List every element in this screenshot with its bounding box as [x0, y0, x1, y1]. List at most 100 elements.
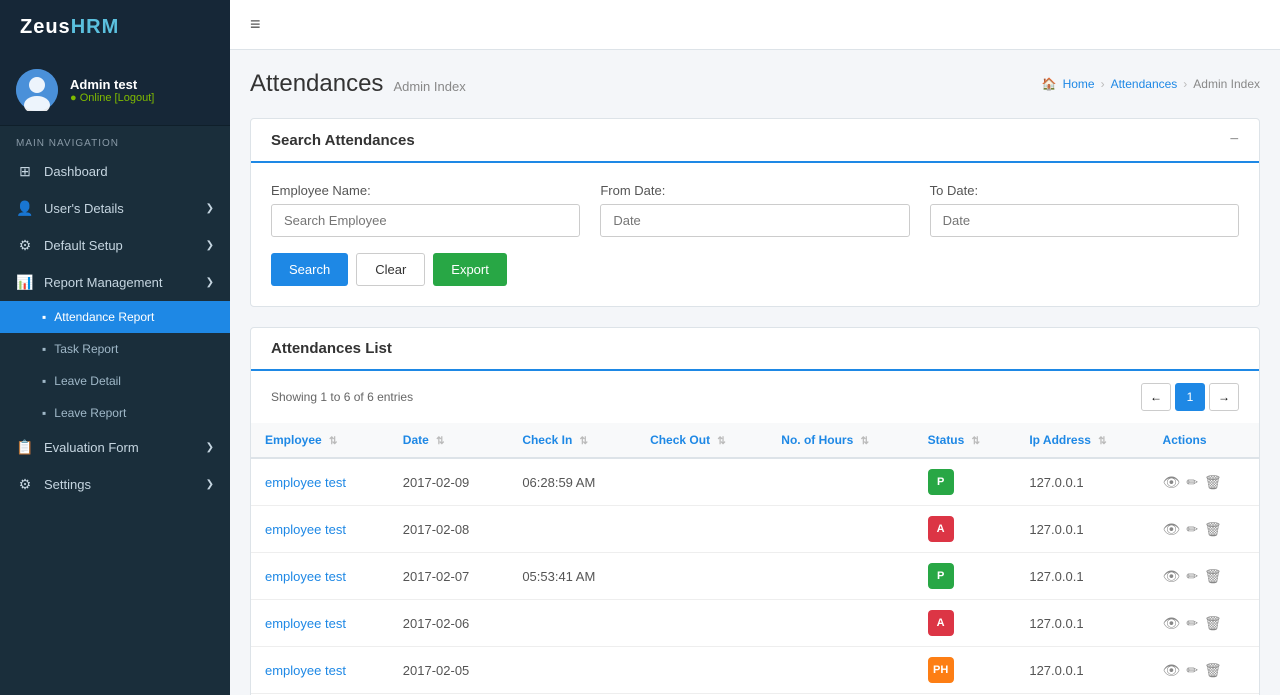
employee-link[interactable]: employee test	[265, 522, 346, 537]
sidebar-item-leave-detail[interactable]: ▪ Leave Detail	[0, 365, 230, 397]
col-employee[interactable]: Employee ⇅	[251, 423, 389, 458]
dashboard-icon: ⊞	[16, 163, 34, 180]
col-checkout[interactable]: Check Out ⇅	[636, 423, 767, 458]
chevron-right-icon: ❯	[206, 442, 214, 453]
edit-icon[interactable]: ✏	[1186, 474, 1198, 491]
edit-icon[interactable]: ✏	[1186, 521, 1198, 538]
delete-icon[interactable]: 🗑	[1204, 568, 1222, 585]
action-icons: 👁 ✏ 🗑	[1163, 662, 1245, 679]
pagination-page-1[interactable]: 1	[1175, 383, 1205, 411]
cell-checkin	[508, 506, 636, 553]
chevron-down-icon: ❯	[206, 277, 214, 288]
search-form-row: Employee Name: From Date: To Date:	[271, 183, 1239, 237]
view-icon[interactable]: 👁	[1163, 615, 1181, 632]
page-title-area: Attendances Admin Index	[250, 70, 466, 98]
settings-icon: ⚙	[16, 476, 34, 493]
col-status[interactable]: Status ⇅	[914, 423, 1016, 458]
brand-logo: ZeusHRM	[0, 0, 230, 55]
delete-icon[interactable]: 🗑	[1204, 521, 1222, 538]
employee-name-label: Employee Name:	[271, 183, 580, 198]
sidebar-item-evaluation-form[interactable]: 📋 Evaluation Form ❯	[0, 429, 230, 466]
eval-icon: 📋	[16, 439, 34, 456]
col-checkin[interactable]: Check In ⇅	[508, 423, 636, 458]
employee-link[interactable]: employee test	[265, 616, 346, 631]
view-icon[interactable]: 👁	[1163, 521, 1181, 538]
from-date-group: From Date:	[600, 183, 909, 237]
sidebar-item-label: Settings	[44, 477, 91, 492]
cell-date: 2017-02-06	[389, 600, 509, 647]
sort-icon: ⇅	[1098, 436, 1106, 447]
export-button[interactable]: Export	[433, 253, 507, 286]
cell-date: 2017-02-05	[389, 647, 509, 694]
view-icon[interactable]: 👁	[1163, 662, 1181, 679]
search-button[interactable]: Search	[271, 253, 348, 286]
table-body: employee test 2017-02-09 06:28:59 AM P 1…	[251, 458, 1259, 695]
cell-checkin	[508, 647, 636, 694]
cell-status: A	[914, 506, 1016, 553]
view-icon[interactable]: 👁	[1163, 474, 1181, 491]
pagination-prev[interactable]: ←	[1141, 383, 1171, 411]
search-btn-group: Search Clear Export	[271, 253, 1239, 286]
sort-icon: ⇅	[580, 436, 588, 447]
cell-actions: 👁 ✏ 🗑	[1149, 553, 1259, 600]
status-badge: PH	[928, 657, 954, 683]
sidebar-item-task-report[interactable]: ▪ Task Report	[0, 333, 230, 365]
cell-checkin: 05:53:41 AM	[508, 553, 636, 600]
cell-checkin: 06:28:59 AM	[508, 458, 636, 506]
setup-icon: ⚙	[16, 237, 34, 254]
sidebar-item-report-management[interactable]: 📊 Report Management ❯	[0, 264, 230, 301]
page-header: Attendances Admin Index 🏠 Home › Attenda…	[250, 70, 1260, 98]
cell-actions: 👁 ✏ 🗑	[1149, 647, 1259, 694]
to-date-input[interactable]	[930, 204, 1239, 237]
cell-actions: 👁 ✏ 🗑	[1149, 600, 1259, 647]
table-row: employee test 2017-02-06 A 127.0.0.1 👁 ✏…	[251, 600, 1259, 647]
user-info: Admin test Online [Logout]	[70, 77, 154, 104]
sidebar-item-label: User's Details	[44, 201, 124, 216]
cell-ip: 127.0.0.1	[1015, 647, 1148, 694]
sidebar-item-label: Task Report	[54, 342, 118, 356]
breadcrumb-attendances[interactable]: Attendances	[1111, 77, 1178, 91]
view-icon[interactable]: 👁	[1163, 568, 1181, 585]
attendances-table: Employee ⇅ Date ⇅ Check In ⇅ Check Out ⇅…	[251, 423, 1259, 695]
action-icons: 👁 ✏ 🗑	[1163, 615, 1245, 632]
hamburger-button[interactable]: ≡	[250, 14, 261, 35]
cell-employee: employee test	[251, 553, 389, 600]
employee-link[interactable]: employee test	[265, 475, 346, 490]
col-date[interactable]: Date ⇅	[389, 423, 509, 458]
sidebar-item-label: Default Setup	[44, 238, 123, 253]
table-row: employee test 2017-02-08 A 127.0.0.1 👁 ✏…	[251, 506, 1259, 553]
employee-name-input[interactable]	[271, 204, 580, 237]
cell-hours	[767, 600, 913, 647]
pagination-next[interactable]: →	[1209, 383, 1239, 411]
col-ip[interactable]: Ip Address ⇅	[1015, 423, 1148, 458]
sidebar-item-label: Report Management	[44, 275, 163, 290]
cell-ip: 127.0.0.1	[1015, 553, 1148, 600]
edit-icon[interactable]: ✏	[1186, 568, 1198, 585]
sidebar-item-settings[interactable]: ⚙ Settings ❯	[0, 466, 230, 503]
delete-icon[interactable]: 🗑	[1204, 615, 1222, 632]
delete-icon[interactable]: 🗑	[1204, 474, 1222, 491]
from-date-input[interactable]	[600, 204, 909, 237]
cell-status: PH	[914, 647, 1016, 694]
sidebar-item-label: Dashboard	[44, 164, 108, 179]
status-badge: P	[928, 563, 954, 589]
cell-hours	[767, 647, 913, 694]
col-hours[interactable]: No. of Hours ⇅	[767, 423, 913, 458]
to-date-label: To Date:	[930, 183, 1239, 198]
sidebar-item-default-setup[interactable]: ⚙ Default Setup ❯	[0, 227, 230, 264]
sidebar-item-users-details[interactable]: 👤 User's Details ❯	[0, 190, 230, 227]
sidebar-item-leave-report[interactable]: ▪ Leave Report	[0, 397, 230, 429]
action-icons: 👁 ✏ 🗑	[1163, 568, 1245, 585]
clear-button[interactable]: Clear	[356, 253, 425, 286]
cell-ip: 127.0.0.1	[1015, 458, 1148, 506]
employee-link[interactable]: employee test	[265, 663, 346, 678]
sidebar-item-dashboard[interactable]: ⊞ Dashboard	[0, 153, 230, 190]
edit-icon[interactable]: ✏	[1186, 662, 1198, 679]
employee-link[interactable]: employee test	[265, 569, 346, 584]
sidebar-item-attendance-report[interactable]: ▪ Attendance Report	[0, 301, 230, 333]
delete-icon[interactable]: 🗑	[1204, 662, 1222, 679]
breadcrumb-home[interactable]: Home	[1063, 77, 1095, 91]
edit-icon[interactable]: ✏	[1186, 615, 1198, 632]
minimize-button[interactable]: −	[1230, 131, 1239, 149]
cell-status: P	[914, 458, 1016, 506]
